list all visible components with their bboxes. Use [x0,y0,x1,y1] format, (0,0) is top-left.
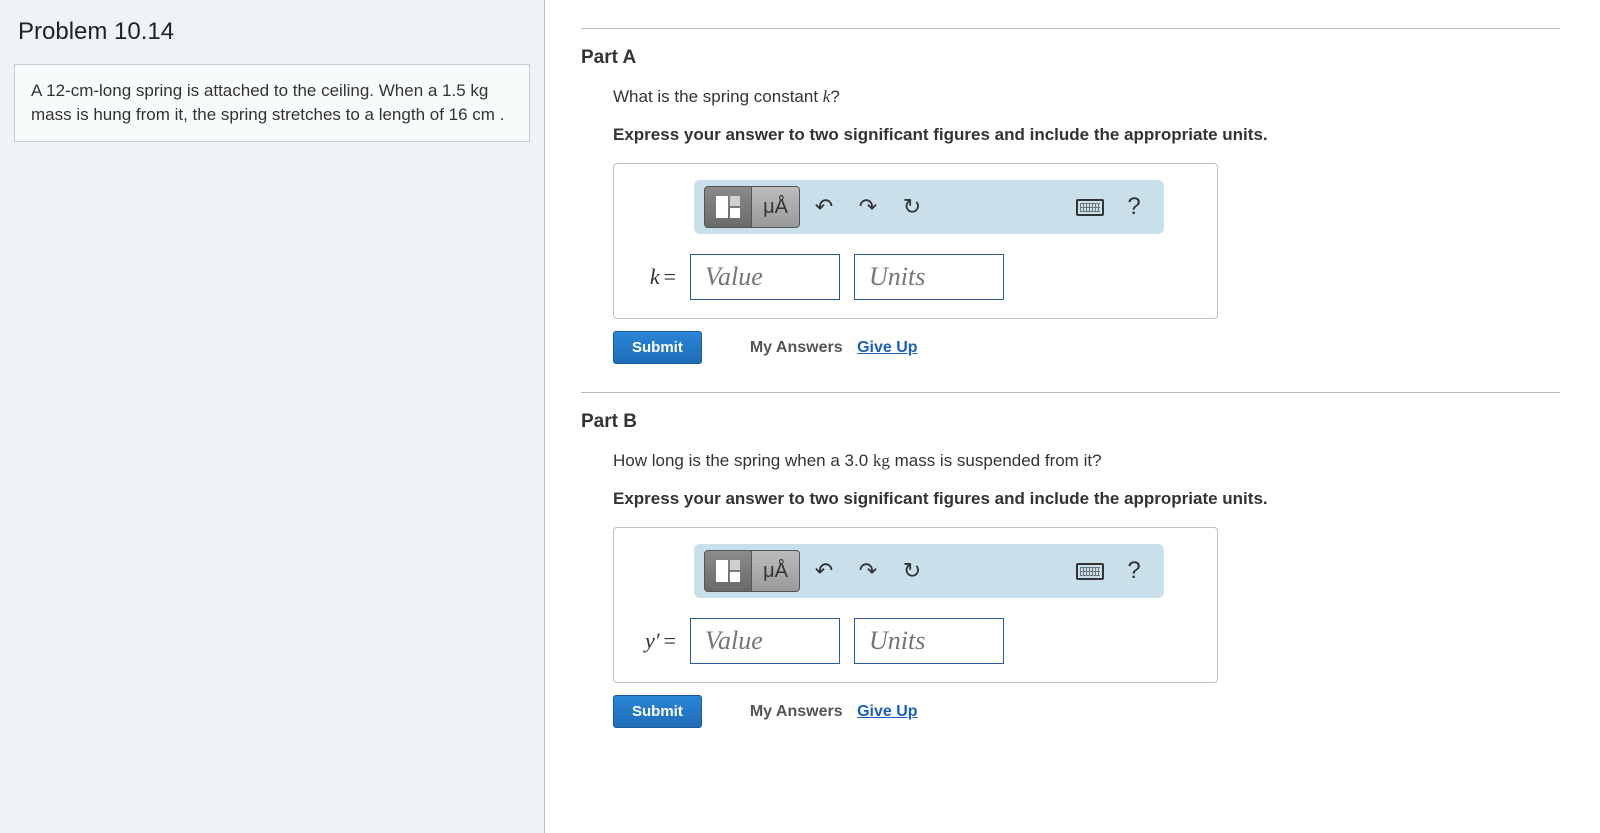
part-b-submit-button[interactable]: Submit [613,695,702,728]
template-units-group: μÅ [704,186,800,228]
part-a-value-input[interactable] [690,254,840,300]
part-b-answer-box: μÅ ↶ ↷ ↻ ? y′= [613,527,1218,683]
part-b-give-up-link[interactable]: Give Up [857,703,917,720]
part-b-question: How long is the spring when a 3.0 kg mas… [613,451,1560,471]
help-icon-b[interactable]: ? [1114,551,1154,591]
problem-sidebar: Problem 10.14 A 12-cm-long spring is att… [0,0,545,833]
part-a-give-up-link[interactable]: Give Up [857,339,917,356]
part-a: Part A What is the spring constant k? Wh… [581,47,1560,364]
part-b-eq-label: y′= [632,628,676,654]
part-a-eq-label: k= [632,264,676,290]
redo-icon-b[interactable]: ↷ [848,551,888,591]
reset-icon[interactable]: ↻ [892,187,932,227]
templates-button[interactable] [705,187,751,227]
answer-panel: Part A What is the spring constant k? Wh… [545,0,1600,833]
problem-title: Problem 10.14 [14,18,530,46]
part-a-units-input[interactable] [854,254,1004,300]
part-a-title: Part A [581,47,1560,69]
templates-button-b[interactable] [705,551,751,591]
part-b-value-input[interactable] [690,618,840,664]
part-b-links: My Answers Give Up [750,703,918,721]
problem-statement: A 12-cm-long spring is attached to the c… [14,64,530,142]
part-b-actions: Submit My Answers Give Up [613,695,1560,728]
templates-icon-b [716,560,740,582]
template-units-group-b: μÅ [704,550,800,592]
templates-icon [716,196,740,218]
part-a-actions: Submit My Answers Give Up [613,331,1560,364]
part-a-input-row: k= [632,254,1199,300]
part-a-my-answers[interactable]: My Answers [750,339,843,356]
part-b-units-input[interactable] [854,618,1004,664]
part-b-toolbar: μÅ ↶ ↷ ↻ ? [694,544,1164,598]
part-a-answer-box: μÅ ↶ ↷ ↻ ? k= [613,163,1218,319]
keyboard-icon[interactable] [1070,187,1110,227]
redo-icon[interactable]: ↷ [848,187,888,227]
part-a-submit-button[interactable]: Submit [613,331,702,364]
part-b-my-answers[interactable]: My Answers [750,703,843,720]
part-a-toolbar: μÅ ↶ ↷ ↻ ? [694,180,1164,234]
part-b-title: Part B [581,411,1560,433]
reset-icon-b[interactable]: ↻ [892,551,932,591]
part-b-instruction: Express your answer to two significant f… [613,489,1560,509]
part-b: Part B How long is the spring when a 3.0… [581,411,1560,728]
part-a-links: My Answers Give Up [750,339,918,357]
part-a-question: What is the spring constant k? What is t… [613,87,1560,107]
part-b-input-row: y′= [632,618,1199,664]
undo-icon[interactable]: ↶ [804,187,844,227]
keyboard-icon-b[interactable] [1070,551,1110,591]
divider-mid [581,392,1560,393]
special-chars-button[interactable]: μÅ [751,187,799,227]
divider-top [581,28,1560,29]
part-a-instruction: Express your answer to two significant f… [613,125,1560,145]
special-chars-button-b[interactable]: μÅ [751,551,799,591]
undo-icon-b[interactable]: ↶ [804,551,844,591]
help-icon[interactable]: ? [1114,187,1154,227]
